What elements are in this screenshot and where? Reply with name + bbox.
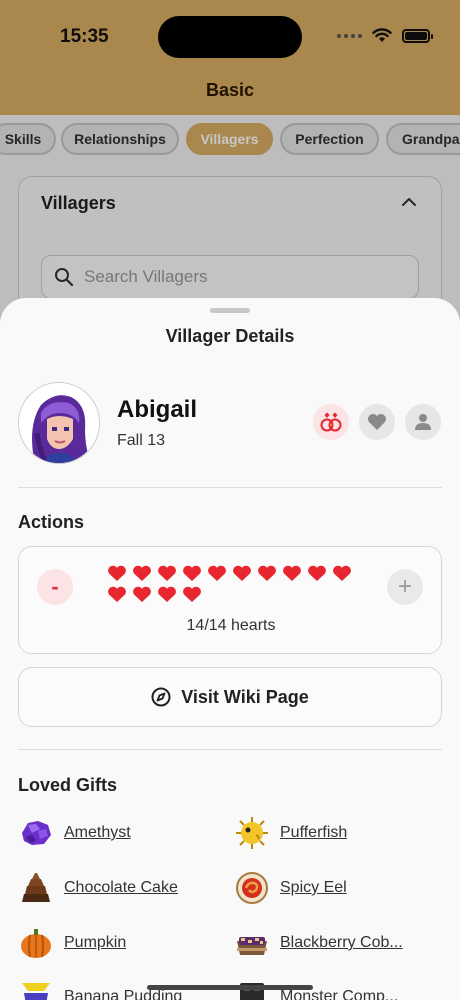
villager-details-sheet: Villager Details Abigail Fall 13 Actions… xyxy=(0,298,460,1000)
pumpkin-icon xyxy=(21,929,51,958)
marry-button[interactable] xyxy=(313,404,349,440)
gift-name[interactable]: Blackberry Cob... xyxy=(280,934,403,952)
heart-icon xyxy=(108,586,126,602)
hearts-display xyxy=(107,565,355,603)
gift-name[interactable]: Pumpkin xyxy=(64,934,126,952)
heart-icon xyxy=(208,565,226,581)
gift-item[interactable]: Blackberry Cob... xyxy=(234,925,403,961)
heart-icon xyxy=(183,565,201,581)
sheet-grabber[interactable] xyxy=(210,308,250,313)
gift-item[interactable]: Chocolate Cake xyxy=(18,870,178,906)
villager-avatar xyxy=(18,382,100,464)
person-icon xyxy=(415,414,431,430)
decrease-hearts-button[interactable]: - xyxy=(37,569,73,605)
date-button[interactable] xyxy=(359,404,395,440)
friend-button[interactable] xyxy=(405,404,441,440)
actions-label: Actions xyxy=(18,512,85,532)
amethyst-icon xyxy=(22,821,51,845)
visit-wiki-button[interactable]: Visit Wiki Page xyxy=(18,667,442,727)
heart-icon xyxy=(133,586,151,602)
gift-name[interactable]: Amethyst xyxy=(64,824,131,842)
rings-icon xyxy=(320,412,342,432)
loved-gifts-label: Loved Gifts xyxy=(18,775,118,795)
gift-item[interactable]: Amethyst xyxy=(18,815,131,851)
heart-icon xyxy=(233,565,251,581)
increase-hearts-button[interactable]: + xyxy=(387,569,423,605)
home-indicator[interactable] xyxy=(147,985,313,990)
pufferfish-icon xyxy=(236,817,268,849)
divider xyxy=(18,749,442,750)
heart-icon xyxy=(158,586,176,602)
portrait-image xyxy=(19,383,99,463)
heart-icon xyxy=(368,414,386,430)
visit-wiki-label: Visit Wiki Page xyxy=(181,686,309,707)
compass-icon xyxy=(151,687,171,707)
gift-name[interactable]: Chocolate Cake xyxy=(64,879,178,897)
heart-icon xyxy=(258,565,276,581)
hearts-card: - + 14/14 hearts xyxy=(18,546,442,654)
heart-icon xyxy=(108,565,126,581)
divider xyxy=(18,487,442,488)
heart-icon xyxy=(308,565,326,581)
heart-icon xyxy=(158,565,176,581)
gift-name[interactable]: Pufferfish xyxy=(280,824,347,842)
blackberry-cobbler-icon xyxy=(237,937,267,955)
gift-item[interactable]: Pumpkin xyxy=(18,925,126,961)
heart-icon xyxy=(133,565,151,581)
chocolate-cake-icon xyxy=(22,873,50,902)
heart-icon xyxy=(283,565,301,581)
gift-item[interactable]: Spicy Eel xyxy=(234,870,347,906)
gift-name[interactable]: Spicy Eel xyxy=(280,879,347,897)
sheet-title: Villager Details xyxy=(165,326,295,346)
spicy-eel-icon xyxy=(236,872,268,904)
heart-icon xyxy=(333,565,351,581)
hearts-count-text: 14/14 hearts xyxy=(186,617,276,634)
villager-name: Abigail xyxy=(117,396,198,423)
gift-item[interactable]: Pufferfish xyxy=(234,815,347,851)
heart-icon xyxy=(183,586,201,602)
banana-pudding-icon xyxy=(22,983,50,1000)
villager-birthday: Fall 13 xyxy=(117,432,166,449)
